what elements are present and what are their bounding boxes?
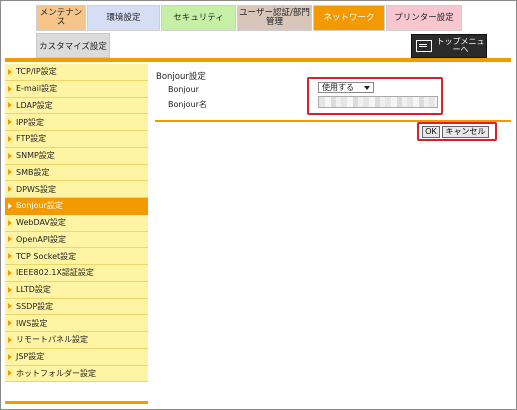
triangle-right-icon: [8, 370, 12, 377]
triangle-right-icon: [8, 202, 12, 209]
triangle-right-icon: [8, 353, 12, 360]
sidebar-item-label: OpenAPI設定: [16, 234, 67, 244]
sidebar-item[interactable]: ホットフォルダー設定: [5, 365, 148, 383]
triangle-right-icon: [8, 320, 12, 327]
page-title: Bonjour設定: [156, 72, 206, 82]
sidebar-item[interactable]: LDAP設定: [5, 97, 148, 115]
top-menu-label: トップメニューへ: [436, 37, 485, 54]
sidebar-item[interactable]: FTP設定: [5, 131, 148, 148]
sidebar-item[interactable]: DPWS設定: [5, 181, 148, 198]
sidebar-item[interactable]: OpenAPI設定: [5, 231, 148, 249]
tab-printer-settings[interactable]: プリンター設定: [386, 5, 462, 31]
sidebar: TCP/IP設定 E-mail設定 LDAP設定 IPP設定 FTP設定 SNMP設定 SM…: [5, 64, 148, 383]
sidebar-item-label: リモートパネル設定: [16, 335, 88, 345]
triangle-right-icon: [8, 186, 12, 193]
sidebar-item-label: WebDAV設定: [16, 218, 66, 228]
bonjour-label: Bonjour: [168, 85, 199, 94]
triangle-right-icon: [8, 219, 12, 226]
highlight-box-settings: [307, 77, 443, 115]
sidebar-item-label: LLTD設定: [16, 285, 51, 295]
sidebar-item[interactable]: Bonjour設定: [5, 198, 148, 215]
triangle-right-icon: [8, 102, 12, 109]
sidebar-item[interactable]: IPP設定: [5, 114, 148, 131]
top-menu-button[interactable]: トップメニューへ: [411, 34, 487, 58]
tab-network[interactable]: ネットワーク: [313, 5, 385, 31]
sidebar-item[interactable]: LLTD設定: [5, 281, 148, 299]
sidebar-item[interactable]: SMB設定: [5, 164, 148, 182]
sidebar-item-label: ホットフォルダー設定: [16, 368, 96, 378]
sidebar-item-label: DPWS設定: [16, 184, 56, 194]
ok-button[interactable]: OK: [422, 126, 440, 138]
sidebar-item-label: SSDP設定: [16, 301, 54, 311]
sidebar-item[interactable]: TCP/IP設定: [5, 64, 148, 81]
triangle-right-icon: [8, 68, 12, 75]
sidebar-item-label: IWS設定: [16, 318, 48, 328]
triangle-right-icon: [8, 119, 12, 126]
sidebar-item-label: E-mail設定: [16, 84, 58, 94]
screen-icon: [416, 40, 432, 52]
cancel-button[interactable]: キャンセル: [442, 126, 489, 138]
sidebar-item-label: FTP設定: [16, 134, 47, 144]
sidebar-item-label: IEEE802.1X認証設定: [16, 268, 94, 278]
triangle-right-icon: [8, 135, 12, 142]
triangle-right-icon: [8, 85, 12, 92]
sidebar-item-label: LDAP設定: [16, 100, 53, 110]
sidebar-item[interactable]: JSP設定: [5, 348, 148, 366]
sidebar-item[interactable]: SSDP設定: [5, 298, 148, 316]
sidebar-item-label: SNMP設定: [16, 151, 55, 161]
header-divider: [5, 58, 511, 62]
triangle-right-icon: [8, 169, 12, 176]
sidebar-item-label: JSP設定: [16, 352, 45, 362]
sidebar-item-label: IPP設定: [16, 117, 45, 127]
sidebar-item-label: TCP Socket設定: [16, 251, 77, 261]
tab-user-auth[interactable]: ユーザー認証/部門管理: [237, 5, 312, 31]
sidebar-item[interactable]: TCP Socket設定: [5, 248, 148, 265]
sidebar-item[interactable]: E-mail設定: [5, 80, 148, 98]
sidebar-item[interactable]: IWS設定: [5, 315, 148, 332]
sidebar-item[interactable]: リモートパネル設定: [5, 332, 148, 349]
triangle-right-icon: [8, 286, 12, 293]
tab-environment[interactable]: 環境設定: [87, 5, 160, 31]
sidebar-item-label: SMB設定: [16, 167, 50, 177]
bonjour-name-label: Bonjour名: [168, 100, 207, 109]
sidebar-item[interactable]: WebDAV設定: [5, 214, 148, 232]
triangle-right-icon: [8, 269, 12, 276]
triangle-right-icon: [8, 253, 12, 260]
sidebar-item[interactable]: IEEE802.1X認証設定: [5, 265, 148, 282]
triangle-right-icon: [8, 152, 12, 159]
triangle-right-icon: [8, 303, 12, 310]
tab-maintenance[interactable]: メンテナンス: [36, 5, 86, 31]
triangle-right-icon: [8, 336, 12, 343]
sidebar-item-label: TCP/IP設定: [16, 67, 57, 77]
tab-customize[interactable]: カスタマイズ設定: [36, 33, 110, 58]
sidebar-footer-bar: [5, 401, 148, 404]
triangle-right-icon: [8, 236, 12, 243]
sidebar-item[interactable]: SNMP設定: [5, 147, 148, 165]
tab-security[interactable]: セキュリティ: [161, 5, 236, 31]
sidebar-item-label: Bonjour設定: [16, 201, 63, 211]
